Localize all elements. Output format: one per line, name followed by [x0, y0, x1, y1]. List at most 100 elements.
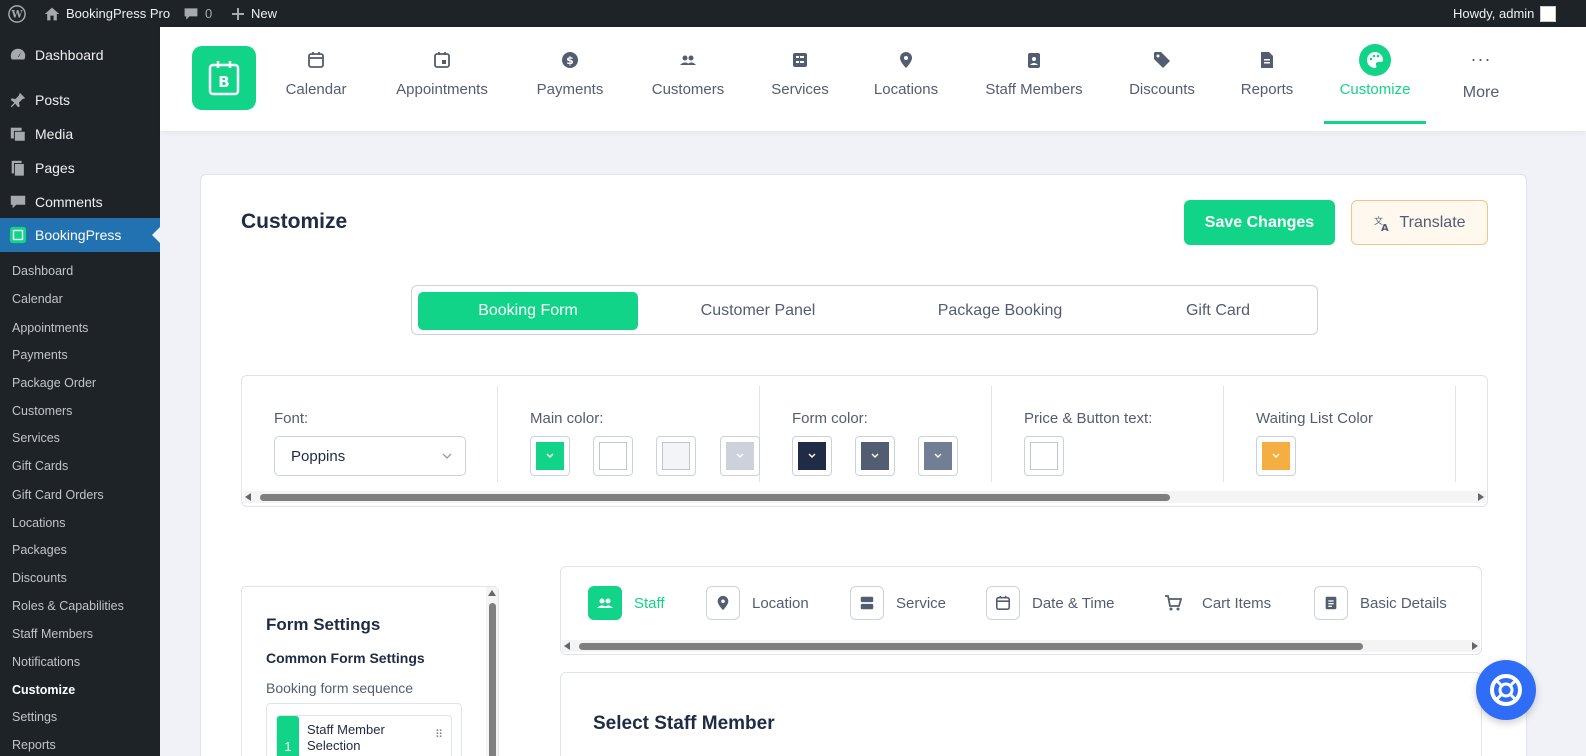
report-icon: [1261, 52, 1273, 68]
comments-link[interactable]: 0: [183, 0, 212, 27]
ellipsis-icon: ···: [1470, 49, 1492, 69]
bookingpress-logo[interactable]: B: [192, 46, 256, 110]
nav-customers[interactable]: Customers: [644, 27, 732, 131]
tab-gift-card[interactable]: Gift Card: [1108, 292, 1328, 330]
submenu-locations[interactable]: Locations: [12, 513, 66, 533]
submenu-dashboard[interactable]: Dashboard: [12, 261, 73, 281]
submenu-payments[interactable]: Payments: [12, 345, 68, 365]
scrollbar-thumb[interactable]: [260, 494, 1170, 501]
submenu-roles-capabilities[interactable]: Roles & Capabilities: [12, 596, 124, 616]
nav-customize[interactable]: Customize: [1324, 27, 1426, 131]
main-color-swatch-1[interactable]: [530, 436, 570, 476]
nav-reports[interactable]: Reports: [1234, 27, 1300, 131]
menu-posts[interactable]: Posts: [0, 83, 160, 117]
step-date-time[interactable]: Date & Time: [986, 586, 1115, 620]
form-color-swatch-1[interactable]: [792, 436, 832, 476]
main-color-section: Main color:: [498, 386, 760, 482]
translate-button[interactable]: 文A Translate: [1351, 200, 1488, 245]
tab-booking-form[interactable]: Booking Form: [418, 292, 638, 330]
submenu-gift-cards[interactable]: Gift Cards: [12, 456, 68, 476]
nav-staff-members[interactable]: Staff Members: [978, 27, 1090, 131]
scroll-left-arrow-icon[interactable]: [245, 493, 251, 501]
form-settings-panel: Form Settings Common Form Settings Booki…: [241, 586, 499, 756]
steps-horizontal-scrollbar[interactable]: [562, 640, 1480, 652]
calendar-icon: [308, 52, 324, 68]
customize-tabs: Booking Form Customer Panel Package Book…: [411, 285, 1318, 335]
select-staff-panel: Select Staff Member: [560, 672, 1482, 756]
lifebuoy-icon: [1490, 674, 1522, 706]
svg-text:B: B: [218, 73, 229, 91]
step-basic-details[interactable]: Basic Details: [1314, 586, 1447, 620]
site-name-link[interactable]: BookingPress Pro: [44, 0, 170, 27]
account-menu[interactable]: Howdy, admin: [1453, 0, 1557, 27]
staff-badge-icon: [1028, 53, 1040, 68]
scrollbar-thumb[interactable]: [579, 643, 1363, 650]
nav-services[interactable]: Services: [764, 27, 836, 131]
submenu-settings[interactable]: Settings: [12, 707, 57, 727]
plus-icon: [232, 7, 244, 20]
style-panel-horizontal-scrollbar[interactable]: [243, 491, 1486, 503]
main-color-swatch-2[interactable]: [593, 436, 633, 476]
home-icon: [44, 7, 60, 20]
waiting-list-color-swatch[interactable]: [1256, 436, 1296, 476]
nav-appointments[interactable]: Appointments: [386, 27, 498, 131]
common-form-settings-heading: Common Form Settings: [266, 650, 425, 666]
submenu-gift-card-orders[interactable]: Gift Card Orders: [12, 485, 104, 505]
form-color-swatch-2[interactable]: [855, 436, 895, 476]
menu-media[interactable]: Media: [0, 117, 160, 151]
form-color-section: Form color:: [760, 386, 992, 482]
nav-calendar[interactable]: Calendar: [276, 27, 356, 131]
chevron-down-icon: [442, 453, 452, 459]
submenu-staff-members[interactable]: Staff Members: [12, 624, 93, 644]
save-changes-button[interactable]: Save Changes: [1184, 200, 1335, 245]
scrollbar-thumb[interactable]: [489, 603, 496, 756]
submenu-appointments[interactable]: Appointments: [12, 318, 88, 338]
main-color-swatch-4[interactable]: [720, 436, 760, 476]
step-service[interactable]: Service: [850, 586, 946, 620]
menu-bookingpress[interactable]: BookingPress: [0, 218, 160, 252]
submenu-package-order[interactable]: Package Order: [12, 373, 96, 393]
tab-package-booking[interactable]: Package Booking: [890, 292, 1110, 330]
nav-locations[interactable]: Locations: [868, 27, 944, 131]
wordpress-logo-icon[interactable]: W: [8, 0, 26, 27]
location-pin-icon: [706, 586, 740, 620]
form-color-swatch-3[interactable]: [918, 436, 958, 476]
nav-payments[interactable]: $ Payments: [530, 27, 610, 131]
main-color-swatch-3[interactable]: [656, 436, 696, 476]
site-name: BookingPress Pro: [66, 6, 171, 21]
help-button[interactable]: [1476, 660, 1536, 720]
price-color-swatch[interactable]: [1024, 436, 1064, 476]
scroll-left-arrow-icon[interactable]: [564, 642, 570, 650]
submenu-calendar[interactable]: Calendar: [12, 289, 63, 309]
menu-pages[interactable]: Pages: [0, 151, 160, 185]
font-select[interactable]: Poppins: [274, 436, 466, 476]
scroll-right-arrow-icon[interactable]: [1478, 493, 1484, 501]
users-icon: [680, 55, 696, 65]
sequence-item[interactable]: 1 Staff Member Selection ⠿: [276, 715, 452, 756]
submenu-customers[interactable]: Customers: [12, 401, 72, 421]
step-staff[interactable]: Staff: [588, 586, 665, 620]
submenu-reports[interactable]: Reports: [12, 735, 56, 755]
menu-label: Media: [35, 126, 74, 142]
form-settings-vertical-scrollbar[interactable]: [486, 587, 498, 756]
menu-comments[interactable]: Comments: [0, 185, 160, 219]
chevron-down-icon: [871, 453, 879, 458]
font-label: Font:: [274, 410, 309, 427]
drag-handle-icon[interactable]: ⠿: [435, 728, 443, 741]
menu-label: Comments: [35, 194, 103, 210]
menu-dashboard[interactable]: Dashboard: [0, 38, 160, 72]
nav-label: Customers: [651, 81, 725, 98]
submenu-notifications[interactable]: Notifications: [12, 652, 80, 672]
submenu-customize[interactable]: Customize: [12, 680, 75, 700]
new-content-link[interactable]: New: [231, 0, 277, 27]
step-cart-items[interactable]: Cart Items: [1156, 586, 1271, 620]
scroll-right-arrow-icon[interactable]: [1472, 642, 1478, 650]
nav-more[interactable]: ··· More: [1454, 27, 1508, 131]
submenu-discounts[interactable]: Discounts: [12, 568, 67, 588]
submenu-packages[interactable]: Packages: [12, 540, 67, 560]
nav-discounts[interactable]: Discounts: [1122, 27, 1202, 131]
scroll-up-arrow-icon[interactable]: [488, 590, 496, 596]
submenu-services[interactable]: Services: [12, 428, 60, 448]
tab-customer-panel[interactable]: Customer Panel: [648, 292, 868, 330]
step-location[interactable]: Location: [706, 586, 809, 620]
